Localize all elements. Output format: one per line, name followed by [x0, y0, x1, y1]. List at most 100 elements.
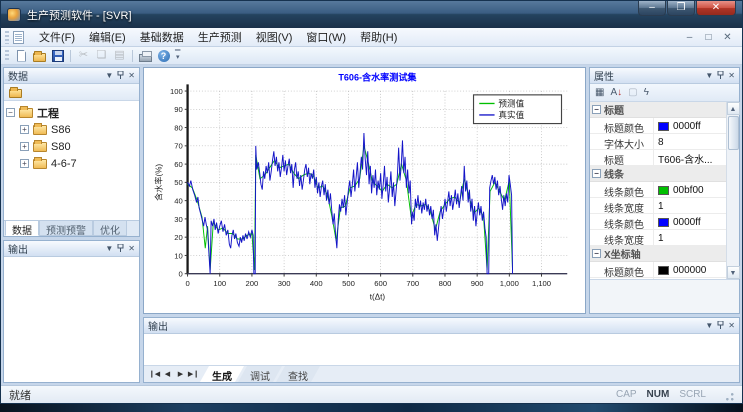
bottom-output-title: 输出 — [148, 318, 168, 333]
toolbar-overflow-button[interactable]: ▔▾ — [173, 53, 182, 59]
tab-forecast-warning[interactable]: 预测预警 — [39, 221, 93, 236]
new-file-button[interactable] — [13, 48, 30, 64]
svg-text:40: 40 — [174, 197, 183, 206]
close-icon[interactable]: ✕ — [728, 322, 735, 330]
left-column: 数据 ▼ ✕ − 工程 — [3, 67, 140, 383]
help-button[interactable]: ? — [155, 48, 172, 64]
property-row[interactable]: 线条颜色 00bf00 — [590, 182, 726, 198]
properties-header[interactable]: 属性 ▼ ✕ — [590, 68, 739, 84]
mdi-restore-icon[interactable]: □ — [702, 32, 715, 43]
category-lines[interactable]: − 线条 — [590, 166, 726, 182]
open-file-button[interactable] — [31, 48, 48, 64]
menu-window[interactable]: 窗口(W) — [299, 27, 353, 47]
copy-icon: ❏ — [97, 50, 107, 61]
svg-text:30: 30 — [174, 215, 183, 224]
property-grid-scrollbar[interactable]: ▲ ▼ — [726, 102, 739, 279]
expand-icon[interactable]: + — [20, 159, 29, 168]
property-row[interactable]: 线条宽度 1 — [590, 230, 726, 246]
window-position-icon[interactable]: ▼ — [705, 322, 713, 330]
svg-text:0: 0 — [185, 279, 189, 288]
events-icon[interactable]: ϟ — [644, 88, 649, 98]
property-row[interactable]: 标题颜色 0000ff — [590, 118, 726, 134]
status-bar: 就绪 CAP NUM SCRL — [1, 385, 742, 403]
save-button[interactable] — [49, 48, 66, 64]
tree-node-project[interactable]: − 工程 — [6, 104, 137, 121]
category-x-axis[interactable]: − X坐标轴 — [590, 246, 726, 262]
cut-button[interactable]: ✂ — [75, 48, 92, 64]
scroll-thumb[interactable] — [728, 116, 739, 150]
mdi-close-icon[interactable]: ✕ — [721, 32, 734, 43]
svg-text:200: 200 — [246, 279, 259, 288]
scroll-down-icon[interactable]: ▼ — [727, 266, 740, 279]
first-tab-icon[interactable]: ❙◀ — [148, 370, 161, 378]
tree-node-s86[interactable]: + S86 — [6, 121, 137, 138]
menu-edit[interactable]: 编辑(E) — [82, 27, 133, 47]
menu-view[interactable]: 视图(V) — [249, 27, 300, 47]
properties-toolbar: ▦ A↓ ▢ ϟ — [590, 84, 739, 102]
expand-icon[interactable]: + — [20, 125, 29, 134]
maximize-button[interactable]: ❒ — [667, 1, 695, 16]
toolbar-separator — [132, 50, 133, 62]
data-panel-title: 数据 — [8, 68, 28, 83]
property-row[interactable]: 线条宽度 1 — [590, 198, 726, 214]
new-project-button[interactable] — [7, 84, 24, 100]
chart-document[interactable]: 01002003004005006007008009001,0001,10001… — [143, 67, 586, 314]
close-icon[interactable]: ✕ — [128, 245, 135, 253]
pin-icon[interactable] — [117, 71, 124, 80]
pin-icon[interactable] — [717, 71, 724, 80]
tree-node-4-6-7[interactable]: + 4-6-7 — [6, 155, 137, 172]
pin-icon[interactable] — [717, 321, 724, 330]
close-icon[interactable]: ✕ — [728, 72, 735, 80]
svg-text:50: 50 — [174, 178, 183, 187]
bottom-output-header[interactable]: 输出 ▼ ✕ — [144, 318, 739, 334]
collapse-icon[interactable]: − — [592, 249, 601, 258]
mdi-minimize-icon[interactable]: – — [683, 32, 696, 43]
window-position-icon[interactable]: ▼ — [105, 72, 113, 80]
minimize-button[interactable]: – — [638, 1, 666, 16]
last-tab-icon[interactable]: ▶❙ — [187, 370, 200, 378]
next-tab-icon[interactable]: ▶ — [174, 370, 187, 378]
window-position-icon[interactable]: ▼ — [105, 245, 113, 253]
collapse-icon[interactable]: − — [592, 169, 601, 178]
categorize-icon[interactable]: ▦ — [595, 88, 604, 98]
sort-az-icon[interactable]: A↓ — [610, 88, 622, 98]
line-chart: 01002003004005006007008009001,0001,10001… — [146, 70, 583, 311]
prev-tab-icon[interactable]: ◀ — [161, 370, 174, 378]
close-button[interactable]: ✕ — [696, 1, 736, 16]
scroll-up-icon[interactable]: ▲ — [727, 102, 740, 115]
tab-data[interactable]: 数据 — [5, 221, 39, 236]
property-row[interactable]: 标题 T606-含水... — [590, 150, 726, 166]
close-icon[interactable]: ✕ — [128, 72, 135, 80]
copy-button[interactable]: ❏ — [93, 48, 110, 64]
paste-button[interactable]: ▤ — [111, 48, 128, 64]
pin-icon[interactable] — [117, 244, 124, 253]
left-output-header[interactable]: 输出 ▼ ✕ — [4, 241, 139, 257]
category-title[interactable]: − 标题 — [590, 102, 726, 118]
menu-help[interactable]: 帮助(H) — [353, 27, 404, 47]
paste-icon: ▤ — [114, 50, 124, 61]
property-row[interactable]: 线条颜色 0000ff — [590, 214, 726, 230]
property-pages-icon[interactable]: ▢ — [628, 88, 637, 98]
window-position-icon[interactable]: ▼ — [705, 72, 713, 80]
property-row[interactable]: 字体大小 8 — [590, 134, 726, 150]
collapse-icon[interactable]: − — [6, 108, 15, 117]
project-tree: − 工程 + S86 + S80 + — [4, 101, 139, 220]
output-tab-generate[interactable]: 生成 — [200, 366, 244, 382]
output-tab-find[interactable]: 查找 — [276, 366, 320, 382]
collapse-icon[interactable]: − — [592, 105, 601, 114]
right-column: 01002003004005006007008009001,0001,10001… — [143, 67, 740, 383]
menu-basic-data[interactable]: 基础数据 — [133, 27, 191, 47]
tab-optimize[interactable]: 优化 — [93, 221, 127, 236]
caps-indicator: CAP — [616, 389, 637, 400]
expand-icon[interactable]: + — [20, 142, 29, 151]
resize-grip[interactable] — [722, 389, 734, 401]
property-row[interactable]: 标题颜色 000000 — [590, 262, 726, 278]
output-tab-debug[interactable]: 调试 — [238, 366, 282, 382]
menu-production-forecast[interactable]: 生产预测 — [191, 27, 249, 47]
bottom-output-content[interactable] — [144, 334, 739, 365]
data-panel-tabs: 数据 预测预警 优化 — [4, 220, 139, 236]
print-button[interactable] — [137, 48, 154, 64]
data-panel-header[interactable]: 数据 ▼ ✕ — [4, 68, 139, 84]
tree-node-s80[interactable]: + S80 — [6, 138, 137, 155]
menu-file[interactable]: 文件(F) — [32, 27, 82, 47]
